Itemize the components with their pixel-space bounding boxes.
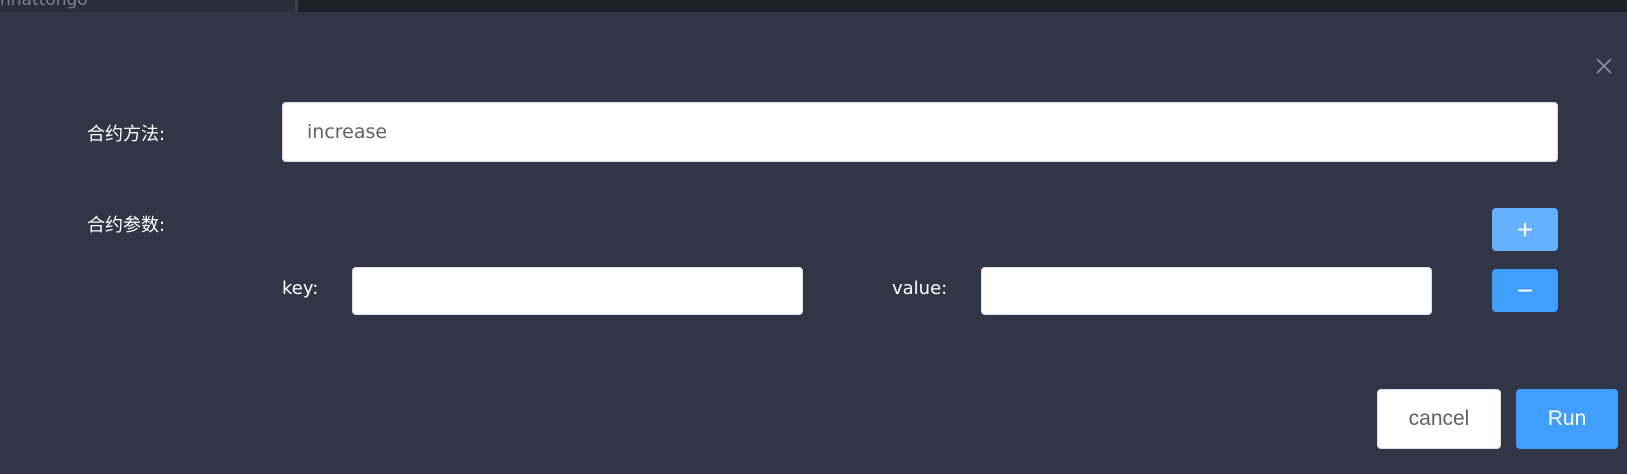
run-button[interactable]: Run — [1516, 389, 1618, 449]
cancel-button-label: cancel — [1408, 407, 1470, 430]
param-key-input[interactable] — [352, 267, 803, 315]
plus-icon: + — [1516, 213, 1534, 245]
contract-method-label: 合约方法: — [87, 124, 166, 145]
contract-invoke-dialog: 合约方法: 合约参数: + key: value: − cancel Run — [0, 12, 1627, 474]
cancel-button[interactable]: cancel — [1377, 389, 1501, 449]
app-top-bar: nnattongo — [0, 0, 1627, 12]
run-button-label: Run — [1547, 407, 1587, 430]
param-value-input[interactable] — [981, 267, 1432, 315]
close-icon[interactable] — [1594, 56, 1614, 76]
remove-param-button[interactable]: − — [1492, 269, 1558, 312]
left-pane-item-label: nnattongo — [0, 0, 88, 10]
minus-icon: − — [1516, 274, 1534, 306]
contract-params-label: 合约参数: — [87, 215, 166, 236]
add-param-button[interactable]: + — [1492, 208, 1558, 251]
param-value-label: value: — [892, 278, 948, 299]
contract-method-input[interactable] — [282, 102, 1558, 162]
param-key-label: key: — [282, 278, 319, 299]
left-pane-edge: nnattongo — [0, 0, 298, 12]
